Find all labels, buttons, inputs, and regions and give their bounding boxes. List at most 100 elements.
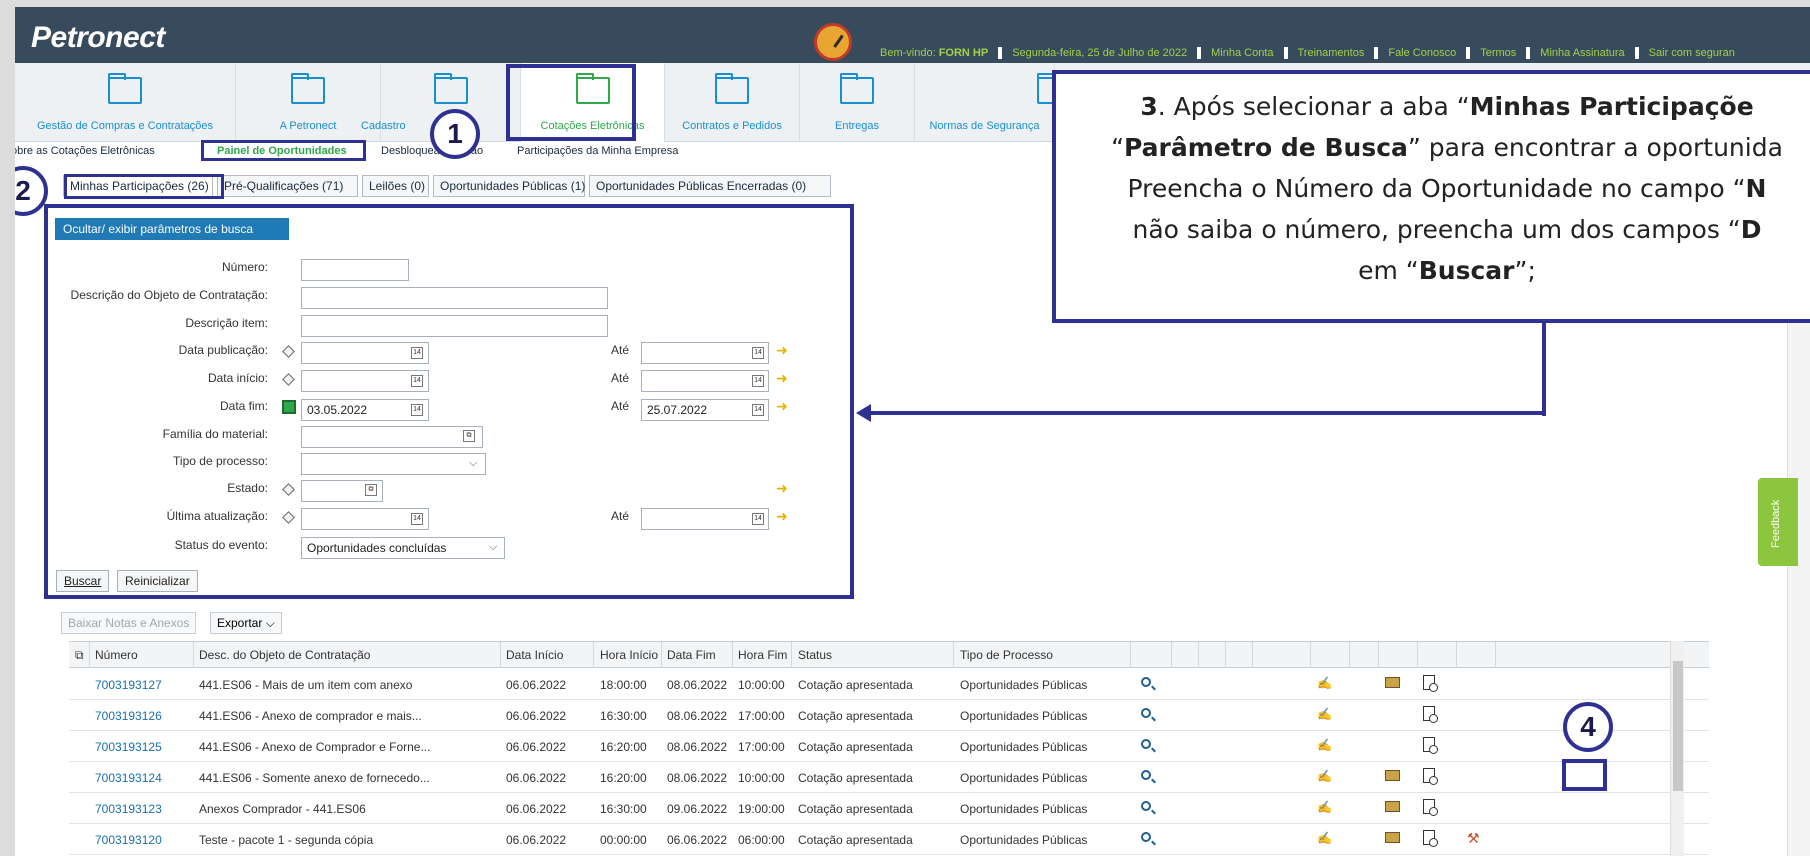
cell-hora-inicio: 16:20:00 xyxy=(600,740,647,754)
subnav-participacoes-empresa[interactable]: Participações da Minha Empresa xyxy=(517,145,678,157)
exportar-button[interactable]: Exportar ⌵ xyxy=(210,612,282,634)
column-separator xyxy=(1417,642,1418,668)
notes-icon[interactable] xyxy=(1385,677,1400,688)
notes-icon[interactable] xyxy=(1385,770,1400,781)
cell-numero[interactable]: 7003193124 xyxy=(95,771,162,785)
cell-tipo-processo: Oportunidades Públicas xyxy=(960,709,1088,723)
step-marker-4: 4 xyxy=(1563,702,1613,752)
column-separator xyxy=(593,642,594,668)
table-row[interactable]: 7003193125 441.ES06 - Anexo de Comprador… xyxy=(69,731,1709,762)
document-view-icon[interactable] xyxy=(1423,706,1438,723)
handshake-icon[interactable]: ✍ xyxy=(1317,769,1332,783)
cell-status: Cotação apresentada xyxy=(798,771,913,785)
column-separator xyxy=(791,642,792,668)
callout-field-n: N xyxy=(1745,174,1767,203)
table-row[interactable]: 7003193126 441.ES06 - Anexo de comprador… xyxy=(69,700,1709,731)
cell-hora-inicio: 16:20:00 xyxy=(600,771,647,785)
scrollbar-thumb[interactable] xyxy=(1673,661,1683,791)
table-row[interactable]: 7003193127 441.ES06 - Mais de um item co… xyxy=(69,669,1709,700)
col-descricao[interactable]: Desc. do Objeto de Contratação xyxy=(199,648,370,662)
tile-label: Gestão de Compras e Contratações xyxy=(36,120,214,132)
cell-tipo-processo: Oportunidades Públicas xyxy=(960,802,1088,816)
tile-entregas[interactable]: Entregas xyxy=(800,63,915,142)
document-view-icon[interactable] xyxy=(1423,830,1438,847)
col-data-fim[interactable]: Data Fim xyxy=(667,648,716,662)
handshake-icon[interactable]: ✍ xyxy=(1317,676,1332,690)
callout-line-5: em “Buscar”; xyxy=(1358,256,1536,285)
cell-data-inicio: 06.06.2022 xyxy=(506,678,567,692)
search-icon[interactable] xyxy=(1141,708,1151,718)
search-icon[interactable] xyxy=(1141,770,1151,780)
column-separator xyxy=(1171,642,1172,668)
cell-hora-fim: 19:00:00 xyxy=(738,802,785,816)
col-data-inicio[interactable]: Data Início xyxy=(506,648,563,662)
folder-icon xyxy=(840,73,874,104)
tile-contratos-pedidos[interactable]: Contratos e Pedidos xyxy=(665,63,800,142)
baixar-notas-button[interactable]: Baixar Notas e Anexos xyxy=(61,612,197,634)
search-icon[interactable] xyxy=(1141,739,1151,749)
column-separator xyxy=(953,642,954,668)
cell-numero[interactable]: 7003193126 xyxy=(95,709,162,723)
notes-icon[interactable] xyxy=(1385,801,1400,812)
cell-numero[interactable]: 7003193123 xyxy=(95,802,162,816)
link-fale-conosco[interactable]: Fale Conosco xyxy=(1388,47,1456,59)
step-marker-1: 1 xyxy=(430,109,480,159)
handshake-icon[interactable]: ✍ xyxy=(1317,738,1332,752)
search-icon[interactable] xyxy=(1141,832,1151,842)
document-view-icon[interactable] xyxy=(1423,737,1438,754)
cell-tipo-processo: Oportunidades Públicas xyxy=(960,771,1088,785)
table-row[interactable]: 7003193123 Anexos Comprador - 441.ES06 0… xyxy=(69,793,1709,824)
search-icon[interactable] xyxy=(1141,801,1151,811)
document-view-icon[interactable] xyxy=(1423,768,1438,785)
link-sair[interactable]: Sair com seguran xyxy=(1649,47,1735,59)
select-all-icon[interactable]: ⧉ xyxy=(75,648,84,663)
link-termos[interactable]: Termos xyxy=(1480,47,1516,59)
document-view-icon[interactable] xyxy=(1423,799,1438,816)
cell-numero[interactable]: 7003193127 xyxy=(95,678,162,692)
tile-gestao-compras[interactable]: Gestão de Compras e Contratações xyxy=(15,63,236,142)
tab-oportunidades-encerradas[interactable]: Oportunidades Públicas Encerradas (0) xyxy=(589,175,831,197)
tile-label: Entregas xyxy=(834,120,880,132)
cell-tipo-processo: Oportunidades Públicas xyxy=(960,740,1088,754)
notes-icon[interactable] xyxy=(1385,832,1400,843)
highlight-minhas-participacoes xyxy=(64,174,224,199)
table-scrollbar[interactable] xyxy=(1670,641,1684,856)
feedback-label: Feedback xyxy=(1770,499,1782,548)
cell-data-fim: 09.06.2022 xyxy=(667,802,728,816)
handshake-icon[interactable]: ✍ xyxy=(1317,800,1332,814)
callout-line-2: “Parâmetro de Busca” para encontrar a op… xyxy=(1111,133,1783,162)
petronect-logo[interactable]: Petronect xyxy=(31,21,165,55)
col-hora-fim[interactable]: Hora Fim xyxy=(738,648,787,662)
tab-leiloes[interactable]: Leilões (0) xyxy=(362,175,429,197)
handshake-icon[interactable]: ✍ xyxy=(1317,831,1332,845)
col-hora-inicio[interactable]: Hora Início xyxy=(600,648,658,662)
cell-status: Cotação apresentada xyxy=(798,709,913,723)
chevron-down-icon: ⌵ xyxy=(265,616,275,630)
search-icon[interactable] xyxy=(1141,677,1151,687)
cell-tipo-processo: Oportunidades Públicas xyxy=(960,833,1088,847)
table-row[interactable]: 7003193124 441.ES06 - Somente anexo de f… xyxy=(69,762,1709,793)
feedback-tab[interactable]: Feedback xyxy=(1758,478,1798,566)
document-view-icon[interactable] xyxy=(1423,675,1438,692)
speedometer-icon[interactable] xyxy=(814,23,852,61)
cell-numero[interactable]: 7003193120 xyxy=(95,833,162,847)
tile-normas-seguranca[interactable]: Normas de Segurança xyxy=(915,63,1071,142)
callout-connector xyxy=(870,411,1546,415)
link-minha-conta[interactable]: Minha Conta xyxy=(1211,47,1273,59)
col-status[interactable]: Status xyxy=(798,648,832,662)
auction-hammer-icon[interactable]: ⚒ xyxy=(1467,830,1480,847)
link-treinamentos[interactable]: Treinamentos xyxy=(1298,47,1365,59)
arrow-left-icon xyxy=(856,404,871,422)
tab-oportunidades-publicas[interactable]: Oportunidades Públicas (1) xyxy=(433,175,585,197)
callout-line-3: Preencha o Número da Oportunidade no cam… xyxy=(1127,174,1767,203)
tile-a-petronect[interactable]: A Petronect xyxy=(236,63,381,142)
link-minha-assinatura[interactable]: Minha Assinatura xyxy=(1540,47,1624,59)
col-numero[interactable]: Número xyxy=(95,648,138,662)
col-tipo-processo[interactable]: Tipo de Processo xyxy=(960,648,1053,662)
callout-search-param: Parâmetro de Busca xyxy=(1124,133,1408,162)
cell-numero[interactable]: 7003193125 xyxy=(95,740,162,754)
tab-pre-qualificacoes[interactable]: Pré-Qualificações (71) xyxy=(217,175,358,197)
subnav-sobre-cotacoes[interactable]: obre as Cotações Eletrônicas xyxy=(15,145,155,157)
handshake-icon[interactable]: ✍ xyxy=(1317,707,1332,721)
table-row[interactable]: 7003193120 Teste - pacote 1 - segunda có… xyxy=(69,824,1709,855)
